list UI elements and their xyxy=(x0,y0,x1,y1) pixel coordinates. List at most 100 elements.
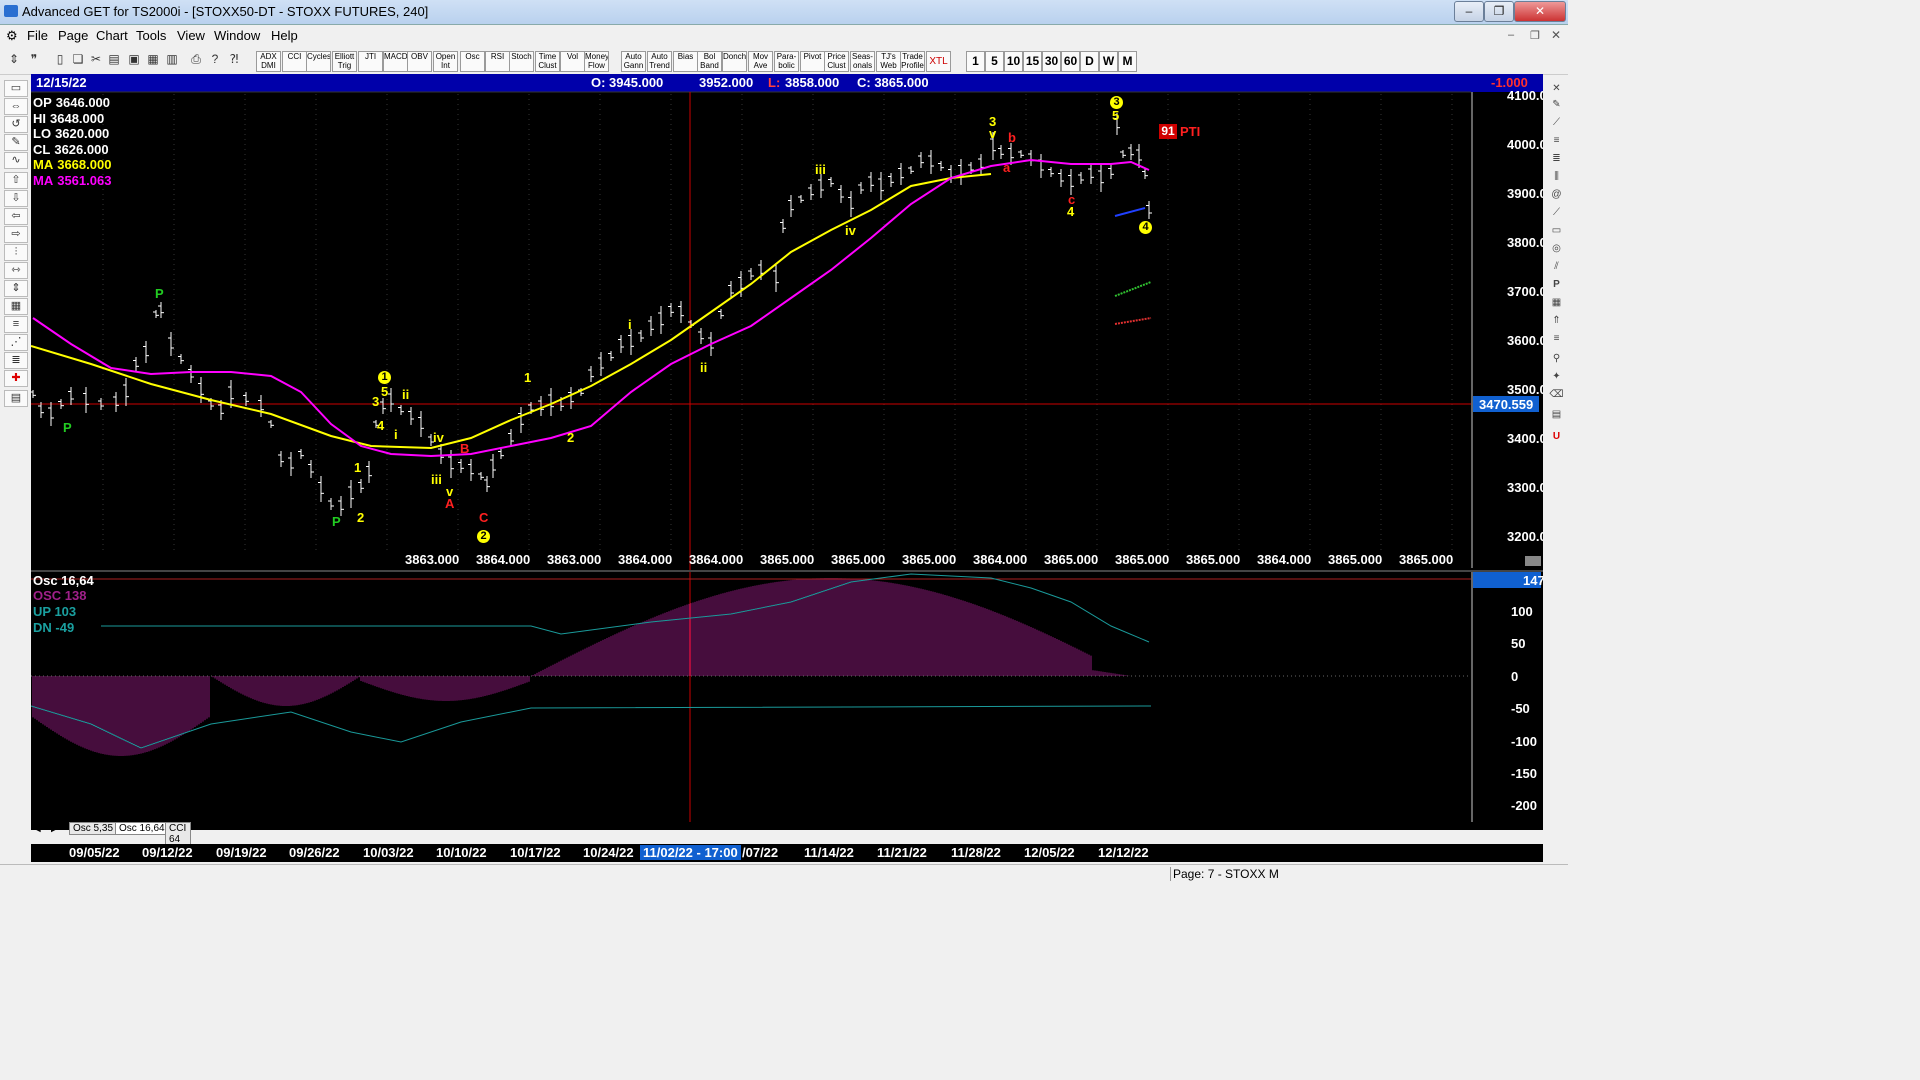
tab-prev-icon[interactable]: ◀ xyxy=(33,823,41,834)
close-button[interactable]: ✕ xyxy=(1514,1,1566,22)
toolbar-button[interactable]: CCI xyxy=(282,51,307,72)
toolbar-button[interactable]: Time Clust xyxy=(535,51,560,72)
fib-ret-icon[interactable]: ≡ xyxy=(1548,134,1565,148)
toolbar-button[interactable]: JTI xyxy=(358,51,383,72)
interval-button[interactable]: 15 xyxy=(1023,51,1042,72)
paste-icon[interactable]: ▤ xyxy=(106,51,122,68)
notes-icon[interactable]: ▤ xyxy=(4,390,28,407)
arrow-left-icon[interactable]: ⇦ xyxy=(4,208,28,225)
menu-page[interactable]: Page xyxy=(58,28,88,43)
expand-icon[interactable]: ⇿ xyxy=(4,262,28,279)
fib-ext-icon[interactable]: ≣ xyxy=(1548,152,1565,166)
toolbar-button[interactable]: ADX DMI xyxy=(256,51,281,72)
fib-time-icon[interactable]: ⫼ xyxy=(1548,170,1565,184)
toolbar-button[interactable]: Seas- onals xyxy=(850,51,875,72)
paint-icon[interactable]: ✦ xyxy=(1548,370,1565,384)
erase-icon[interactable]: ⌫ xyxy=(1548,388,1565,402)
lines-icon[interactable]: ≡ xyxy=(4,316,28,333)
arrow-up-icon[interactable]: ⇧ xyxy=(4,172,28,189)
grid-tool-icon[interactable]: ▦ xyxy=(1548,296,1565,310)
toolbar-button[interactable]: MACD xyxy=(383,51,408,72)
bars-icon[interactable]: ⫶ xyxy=(4,244,28,261)
help-icon[interactable]: ? xyxy=(207,51,223,68)
menu-tools[interactable]: Tools xyxy=(136,28,166,43)
toolbar-button[interactable]: Pivot xyxy=(800,51,825,72)
open-icon[interactable]: ▭ xyxy=(4,80,28,97)
toolbar-button[interactable]: TJ's Web xyxy=(876,51,901,72)
channel-icon[interactable]: ⫽ xyxy=(1548,260,1565,274)
toolbar-button[interactable]: Stoch xyxy=(509,51,534,72)
print-icon[interactable]: ⎙ xyxy=(188,51,204,68)
interval-button[interactable]: 5 xyxy=(985,51,1004,72)
quote-icon[interactable]: ❞ xyxy=(26,51,42,68)
toolbar-button[interactable]: Cycles xyxy=(306,51,331,72)
ellipse-icon[interactable]: ◎ xyxy=(1548,242,1565,256)
interval-button[interactable]: D xyxy=(1080,51,1099,72)
toolbar-button[interactable]: Money Flow xyxy=(584,51,609,72)
table-icon[interactable]: ▦ xyxy=(4,298,28,315)
fan-icon[interactable]: ⟋ xyxy=(1548,206,1565,220)
interval-button[interactable]: 30 xyxy=(1042,51,1061,72)
crosshair-icon[interactable]: ✚ xyxy=(4,370,28,387)
interval-button[interactable]: 60 xyxy=(1061,51,1080,72)
toolbar-button[interactable]: Osc xyxy=(460,51,485,72)
tab-osc-5-35[interactable]: Osc 5,35 xyxy=(69,822,118,835)
elliott-icon[interactable]: ∿ xyxy=(4,152,28,169)
layout-icon[interactable]: ▥ xyxy=(164,51,180,68)
undo-icon[interactable]: U xyxy=(1548,430,1565,444)
toolbar-button[interactable]: Elliott Trig xyxy=(332,51,357,72)
toolbar-button[interactable]: Bol Band xyxy=(697,51,722,72)
magnify-icon[interactable]: ⚲ xyxy=(1548,352,1565,366)
menu-chart[interactable]: Chart xyxy=(96,28,128,43)
menu-help[interactable]: Help xyxy=(271,28,298,43)
toolbar-button[interactable]: Vol xyxy=(560,51,585,72)
interval-button[interactable]: 10 xyxy=(1004,51,1023,72)
mdi-minimize-icon[interactable]: – xyxy=(1508,29,1514,41)
compress-icon[interactable]: ⇕ xyxy=(4,280,28,297)
pti-tool-icon[interactable]: P xyxy=(1548,278,1565,292)
arrow-right-icon[interactable]: ⇨ xyxy=(4,226,28,243)
toolbar-button[interactable]: Trade Profile xyxy=(900,51,925,72)
zoom-icon[interactable]: ⇔ xyxy=(4,98,28,115)
interval-button[interactable]: 1 xyxy=(966,51,985,72)
maximize-button[interactable]: ❐ xyxy=(1484,1,1514,22)
menu-file[interactable]: File xyxy=(27,28,48,43)
reset-icon[interactable]: ↺ xyxy=(4,116,28,133)
rect-icon[interactable]: ▭ xyxy=(1548,224,1565,238)
tab-next-icon[interactable]: ▶ xyxy=(51,823,59,834)
pointer-icon[interactable]: ⇕ xyxy=(6,51,22,68)
toolbar-button[interactable]: OBV xyxy=(407,51,432,72)
mob-icon[interactable]: ⇑ xyxy=(1548,314,1565,328)
arrow-down-icon[interactable]: ⇩ xyxy=(4,190,28,207)
spiral-icon[interactable]: @ xyxy=(1548,188,1565,202)
trendline-icon[interactable]: ⟋ xyxy=(1548,116,1565,130)
cut-icon[interactable]: ✂ xyxy=(88,51,104,68)
toolbar-button[interactable]: Open Int xyxy=(433,51,458,72)
tab-cci-64[interactable]: CCI 64 xyxy=(165,822,191,846)
gann-icon[interactable]: ⋰ xyxy=(4,334,28,351)
toolbar-button[interactable]: Auto Trend xyxy=(647,51,672,72)
minimize-button[interactable]: – xyxy=(1454,1,1484,22)
toolbar-button[interactable]: Donch xyxy=(722,51,747,72)
toolbar-button[interactable]: RSI xyxy=(485,51,510,72)
copy-icon[interactable]: ❏ xyxy=(70,51,86,68)
pencil-icon[interactable]: ✎ xyxy=(1548,98,1565,112)
close-tool-icon[interactable]: ✕ xyxy=(1548,82,1565,96)
study-icon[interactable]: ✎ xyxy=(4,134,28,151)
fib-icon[interactable]: ≣ xyxy=(4,352,28,369)
mdi-close-icon[interactable]: ✕ xyxy=(1551,28,1561,42)
scroll-grip-icon[interactable] xyxy=(1525,556,1541,566)
toolbar-button[interactable]: XTL xyxy=(926,51,951,72)
chart-panel[interactable]: 12/15/22 O: 3945.000 3952.000 L: 3858.00… xyxy=(31,74,1543,830)
window-icon[interactable]: ▣ xyxy=(126,51,142,68)
mdi-restore-icon[interactable]: ❐ xyxy=(1530,29,1540,42)
menu-window[interactable]: Window xyxy=(214,28,260,43)
list-icon[interactable]: ≡ xyxy=(1548,332,1565,346)
toolbar-button[interactable]: Price Clust xyxy=(824,51,849,72)
interval-button[interactable]: W xyxy=(1099,51,1118,72)
menu-view[interactable]: View xyxy=(177,28,205,43)
context-help-icon[interactable]: ⁈ xyxy=(226,51,242,68)
calc-icon[interactable]: ▤ xyxy=(1548,408,1565,422)
tab-osc-16-64[interactable]: Osc 16,64 xyxy=(115,822,169,835)
toolbar-button[interactable]: Para- bolic xyxy=(774,51,799,72)
